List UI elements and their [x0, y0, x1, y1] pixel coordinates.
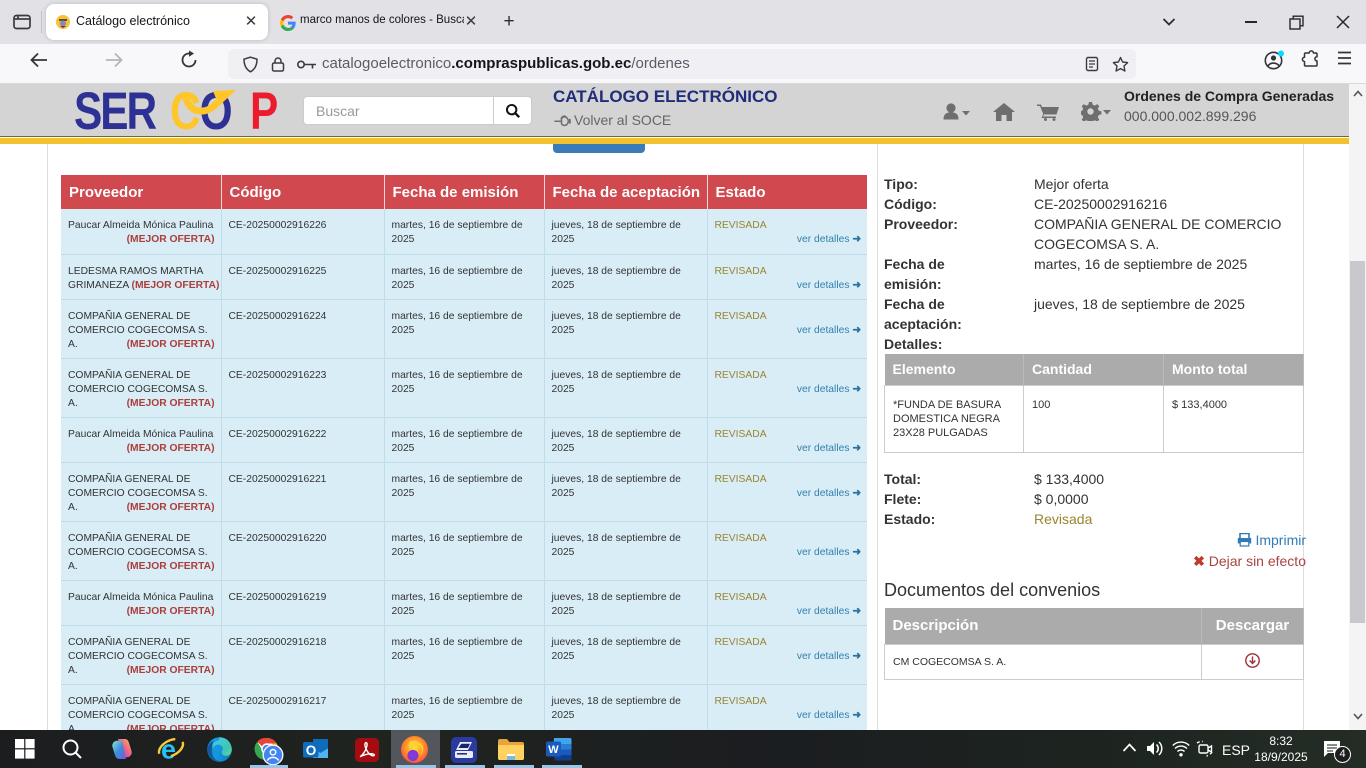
svg-text:SER: SER [74, 89, 157, 135]
svg-text:O: O [306, 743, 317, 758]
svg-text:W: W [548, 744, 559, 756]
svg-text:P: P [250, 89, 278, 135]
